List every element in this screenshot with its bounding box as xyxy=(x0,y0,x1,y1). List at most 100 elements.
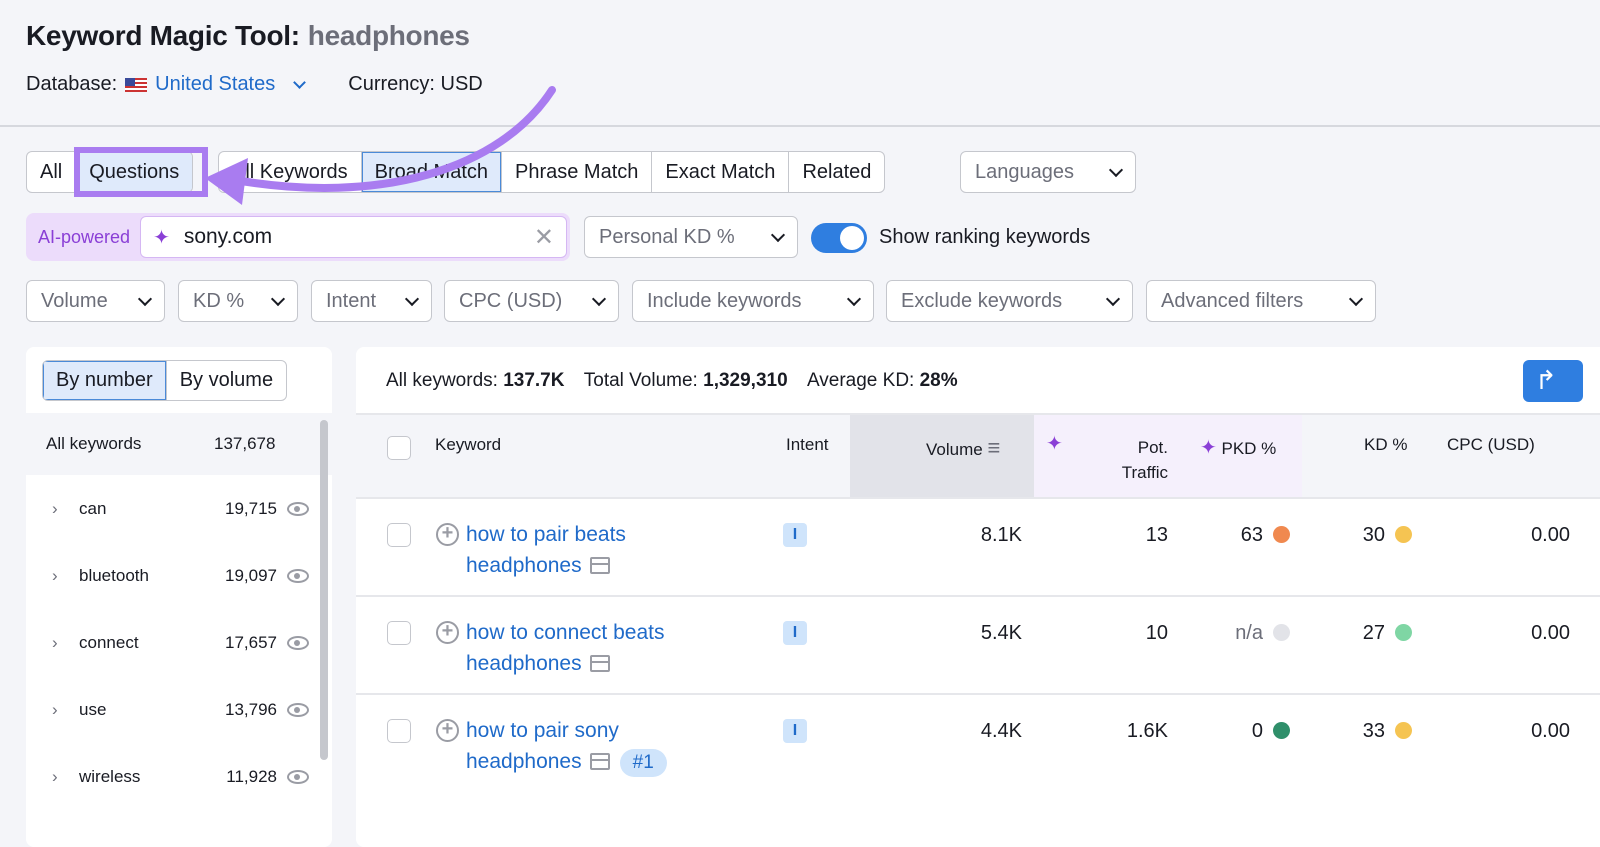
serp-features-icon[interactable] xyxy=(589,753,610,770)
group-count: 17,657 xyxy=(225,632,277,652)
domain-input[interactable]: ✦ sony.com ✕ xyxy=(140,216,567,258)
intent-badge: I xyxy=(783,719,807,743)
export-button[interactable]: ↱ xyxy=(1523,360,1583,402)
keyword-link[interactable]: how to pair sony headphones #1 xyxy=(466,715,766,777)
add-to-list-icon[interactable]: + xyxy=(436,621,459,644)
keyword-text: headphones xyxy=(466,554,582,577)
keyword-groups-sidebar: By number By volume All keywords 137,678… xyxy=(26,347,332,847)
volume-filter[interactable]: Volume xyxy=(26,280,165,322)
kd-number: 33 xyxy=(1362,720,1385,742)
intent-badge: I xyxy=(783,621,807,645)
keyword-text: headphones xyxy=(466,652,582,675)
chevron-right-icon[interactable]: › xyxy=(52,700,79,720)
all-keywords-group[interactable]: All keywords 137,678 xyxy=(26,413,332,475)
sparkle-icon: ✦ xyxy=(153,226,170,249)
chevron-down-icon xyxy=(591,291,607,306)
cpc-value: 0.00 xyxy=(1531,720,1570,742)
group-item[interactable]: › bluetooth 19,097 xyxy=(26,542,332,609)
ai-domain-filter: AI-powered ✦ sony.com ✕ xyxy=(26,213,570,261)
rank-badge: #1 xyxy=(619,749,667,777)
clear-icon[interactable]: ✕ xyxy=(534,223,554,252)
languages-dropdown[interactable]: Languages xyxy=(960,151,1136,193)
difficulty-dot-icon xyxy=(1273,722,1290,739)
ai-powered-label: AI-powered xyxy=(38,226,131,247)
row-checkbox[interactable] xyxy=(387,719,411,743)
keyword-link[interactable]: how to connect beats headphones xyxy=(466,617,766,679)
chevron-right-icon[interactable]: › xyxy=(52,767,79,787)
tab-exact-match[interactable]: Exact Match xyxy=(652,152,790,192)
eye-icon[interactable] xyxy=(287,568,309,583)
by-volume-button[interactable]: By volume xyxy=(167,361,286,400)
col-intent[interactable]: Intent xyxy=(786,415,829,499)
col-pot-traffic[interactable]: Pot. Traffic xyxy=(1100,415,1168,499)
col-kd[interactable]: KD % xyxy=(1364,415,1407,499)
group-count: 19,715 xyxy=(225,498,277,518)
eye-icon[interactable] xyxy=(287,769,309,784)
kd-value: 30 xyxy=(1363,524,1412,547)
add-to-list-icon[interactable]: + xyxy=(436,719,459,742)
sort-icon[interactable]: ≡ xyxy=(987,435,1000,460)
difficulty-dot-icon xyxy=(1273,526,1290,543)
cpc-value: 0.00 xyxy=(1531,622,1570,644)
cpc-filter[interactable]: CPC (USD) xyxy=(444,280,619,322)
group-label: connect xyxy=(79,632,139,652)
group-label: bluetooth xyxy=(79,565,149,585)
pkd-number: 63 xyxy=(1240,524,1263,546)
group-item[interactable]: › connect 17,657 xyxy=(26,609,332,676)
exclude-keywords-filter[interactable]: Exclude keywords xyxy=(886,280,1133,322)
group-label: can xyxy=(79,498,107,518)
select-all-checkbox[interactable] xyxy=(387,436,411,460)
sidebar-scrollbar[interactable] xyxy=(320,420,328,760)
col-label: Pot. xyxy=(1137,438,1168,457)
summary-bar: All keywords: 137.7K Total Volume: 1,329… xyxy=(386,370,958,392)
pot-traffic-value: 10 xyxy=(1145,622,1168,644)
eye-icon[interactable] xyxy=(287,501,309,516)
dropdown-label: Intent xyxy=(326,289,377,312)
row-checkbox[interactable] xyxy=(387,621,411,645)
serp-features-icon[interactable] xyxy=(589,655,610,672)
tab-related[interactable]: Related xyxy=(789,152,884,192)
total-volume: 1,329,310 xyxy=(703,370,788,391)
group-count: 13,796 xyxy=(225,699,277,719)
dropdown-label: Include keywords xyxy=(647,289,802,312)
group-item[interactable]: › use 13,796 xyxy=(26,676,332,743)
chevron-right-icon[interactable]: › xyxy=(52,566,79,586)
pkd-number: n/a xyxy=(1235,622,1263,644)
keyword-link[interactable]: how to pair beats headphones xyxy=(466,519,766,581)
kd-number: 27 xyxy=(1362,622,1385,644)
chevron-right-icon[interactable]: › xyxy=(52,633,79,653)
cpc-value: 0.00 xyxy=(1531,524,1570,546)
table-row: + how to pair sony headphones #1 I 4.4K 1.… xyxy=(356,693,1600,791)
col-keyword[interactable]: Keyword xyxy=(435,415,501,499)
chevron-down-icon xyxy=(1348,291,1364,306)
chevron-down-icon xyxy=(404,291,420,306)
difficulty-dot-icon xyxy=(1395,526,1412,543)
intent-filter[interactable]: Intent xyxy=(311,280,432,322)
group-item[interactable]: › wireless 11,928 xyxy=(26,743,332,810)
group-label: wireless xyxy=(79,766,141,786)
include-keywords-filter[interactable]: Include keywords xyxy=(632,280,874,322)
by-number-button[interactable]: By number xyxy=(43,361,167,400)
eye-icon[interactable] xyxy=(287,702,309,717)
chevron-down-icon xyxy=(270,291,286,306)
group-label: All keywords xyxy=(46,434,142,453)
personal-kd-dropdown[interactable]: Personal KD % xyxy=(584,216,798,258)
row-checkbox[interactable] xyxy=(387,523,411,547)
difficulty-dot-icon xyxy=(1395,624,1412,641)
dropdown-label: Advanced filters xyxy=(1161,289,1304,312)
all-keywords-count: 137.7K xyxy=(503,370,565,391)
eye-icon[interactable] xyxy=(287,635,309,650)
add-to-list-icon[interactable]: + xyxy=(436,523,459,546)
serp-features-icon[interactable] xyxy=(589,557,610,574)
kd-filter[interactable]: KD % xyxy=(178,280,298,322)
advanced-filters[interactable]: Advanced filters xyxy=(1146,280,1376,322)
kd-number: 30 xyxy=(1362,524,1385,546)
col-volume[interactable]: Volume ≡ xyxy=(926,415,1000,499)
col-label: PKD % xyxy=(1221,439,1277,458)
show-ranking-toggle[interactable] xyxy=(811,223,867,253)
chevron-right-icon[interactable]: › xyxy=(52,499,79,519)
group-item[interactable]: › can 19,715 xyxy=(26,475,332,542)
kd-value: 27 xyxy=(1363,622,1412,645)
col-pkd[interactable]: ✦ PKD % xyxy=(1200,415,1276,499)
col-cpc[interactable]: CPC (USD) xyxy=(1447,415,1535,499)
